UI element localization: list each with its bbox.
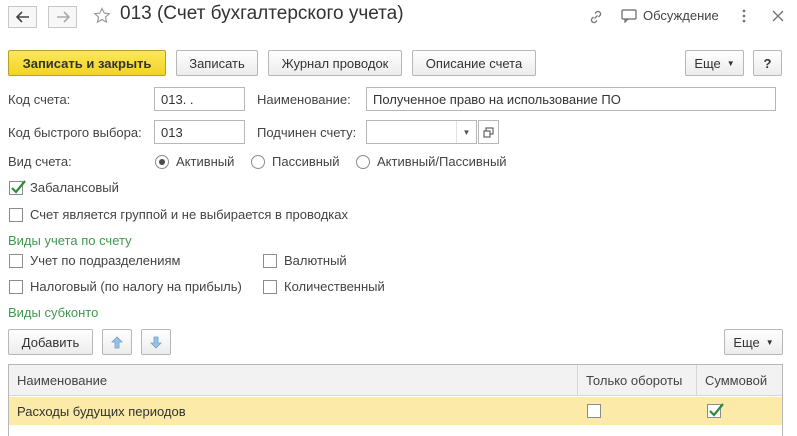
column-header-sum[interactable]: Суммовой bbox=[697, 365, 782, 396]
column-header-name[interactable]: Наименование bbox=[9, 365, 578, 396]
quick-code-input[interactable]: 013 bbox=[154, 120, 245, 144]
arrow-left-icon bbox=[15, 11, 29, 23]
account-description-button[interactable]: Описание счета bbox=[412, 50, 536, 76]
more-button[interactable]: Еще ▼ bbox=[685, 50, 744, 76]
caret-down-icon: ▼ bbox=[765, 337, 774, 347]
more-vertical-icon[interactable] bbox=[738, 7, 750, 25]
save-and-close-button[interactable]: Записать и закрыть bbox=[8, 50, 166, 76]
link-button[interactable] bbox=[586, 7, 606, 27]
column-header-turnover[interactable]: Только обороты bbox=[578, 365, 697, 396]
radio-passive[interactable] bbox=[251, 155, 265, 169]
tax-checkbox[interactable] bbox=[9, 280, 23, 294]
page-title: 013 (Счет бухгалтерского учета) bbox=[120, 3, 404, 24]
discussion-link[interactable]: Обсуждение bbox=[643, 8, 719, 23]
move-down-button[interactable] bbox=[141, 329, 171, 355]
caret-down-icon: ▼ bbox=[726, 58, 735, 68]
radio-active[interactable] bbox=[155, 155, 169, 169]
subconto-table: Наименование Только обороты Суммовой Рас… bbox=[8, 364, 783, 436]
forward-button[interactable] bbox=[48, 6, 77, 28]
more-label: Еще bbox=[694, 55, 721, 71]
open-window-icon bbox=[483, 126, 494, 138]
is-group-label: Счет является группой и не выбирается в … bbox=[30, 207, 348, 222]
name-input[interactable]: Полученное право на использование ПО bbox=[366, 87, 776, 111]
checkmark-icon bbox=[709, 403, 724, 417]
account-code-label: Код счета: bbox=[8, 92, 71, 107]
currency-checkbox[interactable] bbox=[263, 254, 277, 268]
radio-active-passive-label: Активный/Пассивный bbox=[377, 154, 507, 169]
row-turnover-checkbox[interactable] bbox=[587, 404, 601, 418]
open-parent-button[interactable] bbox=[478, 120, 499, 144]
back-button[interactable] bbox=[8, 6, 37, 28]
discussion-icon[interactable] bbox=[620, 8, 638, 24]
subconto-title: Виды субконто bbox=[8, 305, 99, 320]
parent-account-label: Подчинен счету: bbox=[257, 125, 357, 140]
is-group-checkbox[interactable] bbox=[9, 208, 23, 222]
table-row[interactable]: Расходы будущих периодов bbox=[9, 397, 782, 425]
currency-label: Валютный bbox=[284, 253, 347, 268]
name-label: Наименование: bbox=[257, 92, 351, 107]
link-icon bbox=[590, 10, 602, 24]
arrow-down-icon bbox=[150, 336, 162, 349]
radio-passive-label: Пассивный bbox=[272, 154, 340, 169]
quantity-label: Количественный bbox=[284, 279, 385, 294]
favorite-button[interactable] bbox=[92, 6, 112, 26]
account-type-label: Вид счета: bbox=[8, 154, 72, 169]
radio-active-passive[interactable] bbox=[356, 155, 370, 169]
quantity-checkbox[interactable] bbox=[263, 280, 277, 294]
arrow-right-icon bbox=[56, 11, 70, 23]
dropdown-arrow-icon[interactable]: ▼ bbox=[456, 121, 476, 143]
by-division-checkbox[interactable] bbox=[9, 254, 23, 268]
move-up-button[interactable] bbox=[102, 329, 132, 355]
subconto-more-label: Еще bbox=[733, 334, 760, 350]
offbalance-checkbox[interactable] bbox=[9, 180, 26, 195]
add-button[interactable]: Добавить bbox=[8, 329, 93, 355]
arrow-up-icon bbox=[111, 335, 123, 348]
star-icon bbox=[93, 7, 111, 24]
quick-code-label: Код быстрого выбора: bbox=[8, 125, 142, 140]
close-icon[interactable] bbox=[770, 8, 786, 24]
checkmark-icon bbox=[11, 180, 26, 194]
accounting-types-title: Виды учета по счету bbox=[8, 233, 132, 248]
by-division-label: Учет по подразделениям bbox=[30, 253, 181, 268]
save-button[interactable]: Записать bbox=[176, 50, 258, 76]
help-button[interactable]: ? bbox=[753, 50, 782, 76]
row-sum-checkbox[interactable] bbox=[707, 403, 724, 418]
subconto-more-button[interactable]: Еще ▼ bbox=[724, 329, 783, 355]
account-code-input[interactable]: 013. . bbox=[154, 87, 245, 111]
tax-label: Налоговый (по налогу на прибыль) bbox=[30, 279, 242, 294]
row-name-cell[interactable]: Расходы будущих периодов bbox=[9, 397, 578, 425]
radio-active-label: Активный bbox=[176, 154, 235, 169]
table-header: Наименование Только обороты Суммовой bbox=[9, 365, 782, 396]
offbalance-label: Забалансовый bbox=[30, 180, 119, 195]
journal-button[interactable]: Журнал проводок bbox=[268, 50, 402, 76]
